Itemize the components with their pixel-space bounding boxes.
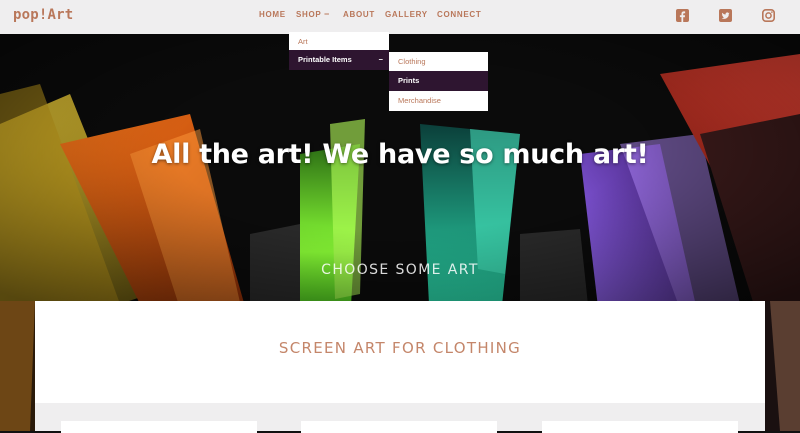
menu-item-printable-items[interactable]: Printable Items −	[289, 50, 389, 70]
section-title: SCREEN ART FOR CLOTHING	[278, 339, 522, 357]
twitter-icon[interactable]	[719, 9, 732, 22]
site-header: pop!Art HOME SHOP − ABOUT GALLERY CONNEC…	[0, 0, 800, 34]
hero-image-right-edge	[765, 301, 800, 431]
hero-choose-art-link[interactable]: CHOOSE SOME ART	[0, 262, 800, 278]
facebook-icon[interactable]	[676, 9, 689, 22]
nav-gallery[interactable]: GALLERY	[385, 10, 428, 19]
menu-item-printable-items-label: Printable Items	[298, 55, 352, 64]
product-card[interactable]	[61, 421, 257, 433]
nav-home[interactable]: HOME	[259, 10, 286, 19]
submenu-item-clothing[interactable]: Clothing	[389, 52, 488, 72]
section-header-card: SCREEN ART FOR CLOTHING	[35, 301, 765, 403]
nav-shop-collapse-icon[interactable]: −	[324, 9, 330, 19]
nav-about[interactable]: ABOUT	[343, 10, 375, 19]
submenu-collapse-icon[interactable]: −	[379, 50, 383, 70]
printable-items-submenu: Clothing Prints Merchandise	[389, 50, 488, 111]
submenu-item-merchandise[interactable]: Merchandise	[389, 91, 488, 111]
hero-image-left-edge	[0, 301, 35, 431]
submenu-item-prints[interactable]: Prints	[389, 71, 488, 91]
site-logo[interactable]: pop!Art	[13, 7, 73, 23]
nav-connect[interactable]: CONNECT	[437, 10, 481, 19]
product-card[interactable]	[301, 421, 497, 433]
shop-dropdown-menu: Art Printable Items −	[289, 30, 389, 70]
nav-shop[interactable]: SHOP	[296, 10, 321, 19]
hero-title: All the art! We have so much art!	[151, 139, 649, 170]
product-grid	[35, 403, 765, 433]
product-card[interactable]	[542, 421, 738, 433]
instagram-icon[interactable]	[762, 9, 775, 22]
menu-item-art[interactable]: Art	[289, 32, 389, 52]
